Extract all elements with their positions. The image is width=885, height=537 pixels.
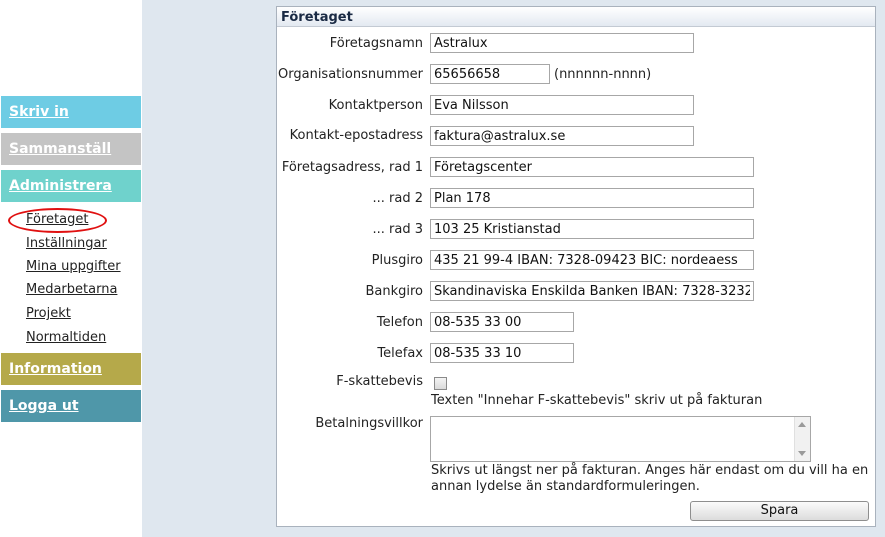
- nav-skriv-in[interactable]: Skriv in: [1, 96, 141, 128]
- save-button[interactable]: Spara: [690, 501, 869, 521]
- textarea-scrollbar[interactable]: [794, 417, 810, 461]
- address2-field[interactable]: [430, 188, 754, 208]
- contact-person-label: Kontaktperson: [328, 98, 423, 113]
- nav-information[interactable]: Information: [1, 353, 141, 385]
- fax-label: Telefax: [377, 346, 423, 361]
- org-number-format-hint: (nnnnnn-nnnn): [554, 67, 652, 82]
- address3-field[interactable]: [430, 219, 754, 239]
- company-name-label: Företagsnamn: [329, 36, 423, 51]
- f-tax-checkbox[interactable]: [434, 377, 447, 390]
- sidebar: Skriv in Sammanställ Administrera Företa…: [0, 0, 142, 537]
- contact-person-field[interactable]: [430, 95, 694, 115]
- sidebar-item-installningar[interactable]: Inställningar: [26, 236, 107, 251]
- nav-logga-ut[interactable]: Logga ut: [1, 390, 141, 422]
- highlight-ring: [8, 208, 107, 233]
- address3-label: ... rad 3: [372, 222, 424, 237]
- sidebar-item-medarbetarna[interactable]: Medarbetarna: [26, 282, 117, 297]
- bankgiro-label: Bankgiro: [365, 284, 423, 299]
- nav-administrera[interactable]: Administrera: [1, 170, 141, 202]
- sidebar-item-projekt[interactable]: Projekt: [26, 306, 71, 321]
- panel-title: Företaget: [277, 7, 875, 27]
- phone-label: Telefon: [376, 315, 423, 330]
- fax-field[interactable]: [430, 343, 574, 363]
- f-tax-hint: Texten "Innehar F-skattebevis" skriv ut …: [431, 393, 763, 408]
- payment-terms-label: Betalningsvillkor: [315, 416, 423, 431]
- payment-terms-hint-line2: annan lydelse än standardformuleringen.: [431, 479, 700, 494]
- org-number-field[interactable]: [430, 64, 550, 84]
- payment-terms-textarea[interactable]: [430, 416, 811, 462]
- sidebar-item-normaltiden[interactable]: Normaltiden: [26, 330, 106, 345]
- f-tax-label: F-skattebevis: [336, 374, 423, 389]
- scroll-down-icon[interactable]: [798, 451, 806, 456]
- address2-label: ... rad 2: [372, 191, 424, 206]
- contact-email-label: Kontakt-epostadress: [289, 128, 423, 143]
- plusgiro-field[interactable]: [430, 250, 754, 270]
- bankgiro-field[interactable]: [430, 281, 754, 301]
- plusgiro-label: Plusgiro: [371, 253, 423, 268]
- phone-field[interactable]: [430, 312, 574, 332]
- nav-sammanstall[interactable]: Sammanställ: [1, 133, 141, 165]
- address1-label: Företagsadress, rad 1: [281, 160, 423, 175]
- org-number-label: Organisationsnummer: [278, 67, 423, 82]
- address1-field[interactable]: [430, 157, 754, 177]
- scroll-up-icon[interactable]: [798, 422, 806, 427]
- sidebar-item-mina-uppgifter[interactable]: Mina uppgifter: [26, 259, 121, 274]
- contact-email-field[interactable]: [430, 126, 694, 146]
- company-name-field[interactable]: [430, 33, 694, 53]
- payment-terms-hint-line1: Skrivs ut längst ner på fakturan. Anges …: [431, 463, 869, 478]
